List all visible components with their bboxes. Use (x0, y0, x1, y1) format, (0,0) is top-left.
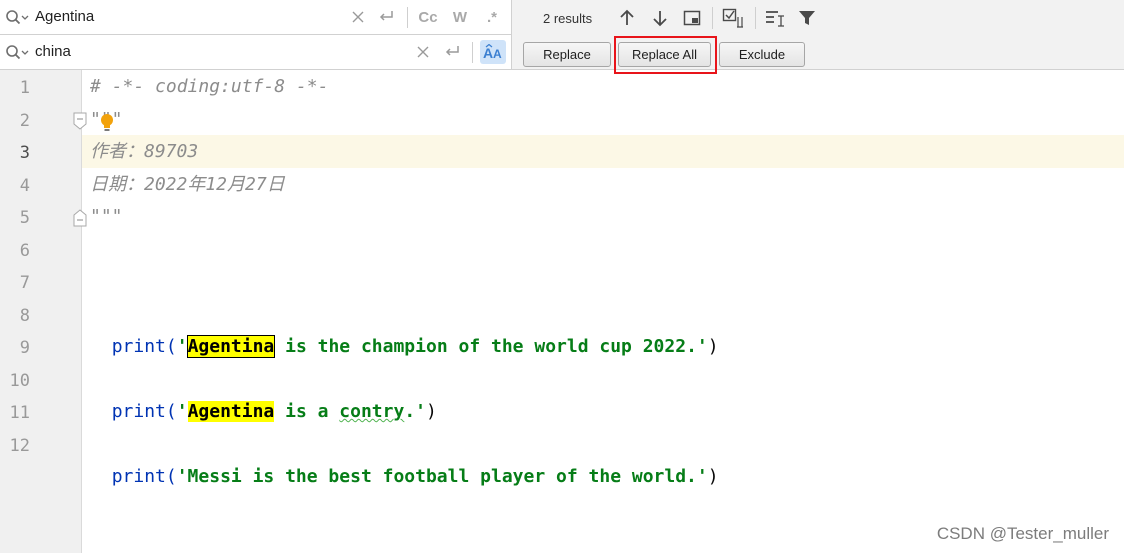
string-literal: is the champion of the world cup 2022.' (274, 336, 708, 357)
match-case-toggle[interactable]: Cc (415, 7, 441, 27)
line-number-current: 3 (19, 143, 30, 163)
code-line-12[interactable]: print('Messi is the best football player… (90, 429, 719, 487)
fold-marker-icon[interactable] (73, 209, 87, 227)
search-history-icon[interactable] (5, 9, 31, 25)
replace-input[interactable]: china (35, 43, 71, 60)
fold-marker-icon[interactable] (73, 112, 87, 130)
find-input[interactable]: Agentina (35, 8, 94, 25)
typo-word[interactable]: contry (339, 401, 404, 422)
replace-button[interactable]: Replace (523, 42, 611, 67)
in-selection-icon[interactable] (721, 6, 747, 30)
string-literal: .' (404, 401, 427, 422)
string-literal: is a (274, 401, 340, 422)
code-line-8[interactable]: print('Agentina is the champion of the w… (90, 299, 719, 358)
line-number: 11 (9, 403, 30, 423)
svg-text:A: A (493, 47, 502, 60)
regex-toggle[interactable]: .* (481, 7, 503, 27)
string-quote: ' (176, 401, 188, 422)
current-line-highlight (82, 135, 1124, 168)
line-number: 10 (9, 371, 30, 391)
separator (472, 42, 473, 63)
filter-icon[interactable] (795, 6, 819, 30)
multiline-icon[interactable] (763, 6, 787, 30)
separator (712, 7, 713, 29)
arrow-down-icon[interactable] (648, 6, 672, 30)
code-line-3[interactable]: 作者：89703 (90, 136, 198, 168)
line-number-gutter: 1 2 3 4 5 6 7 8 9 10 11 12 (0, 70, 87, 553)
find-field-row: Agentina Cc W .* (0, 0, 512, 35)
code-line-1[interactable]: # -*- coding:utf-8 -*- (90, 71, 328, 103)
search-match[interactable]: Agentina (187, 401, 275, 422)
close-paren: ) (707, 336, 719, 357)
print-call: print( (111, 401, 177, 422)
search-history-icon[interactable] (5, 44, 31, 60)
code-line-10[interactable]: print('Agentina is a contry.') (90, 364, 437, 422)
line-number: 4 (19, 176, 30, 196)
replace-all-callout-box (614, 36, 717, 74)
line-number: 1 (19, 78, 30, 98)
preserve-case-icon[interactable]: AA (480, 40, 506, 64)
close-paren: ) (426, 401, 437, 422)
select-all-occurrences-icon[interactable] (680, 6, 704, 30)
separator (407, 7, 408, 28)
search-match-current[interactable]: Agentina (186, 335, 276, 358)
line-number: 5 (19, 208, 30, 228)
string-literal: 'Messi is the best football player of th… (176, 466, 708, 487)
watermark: CSDN @Tester_muller (936, 524, 1109, 543)
results-count: 2 results (543, 11, 593, 26)
line-number: 7 (19, 273, 30, 293)
line-number: 2 (19, 111, 30, 131)
string-quote: ' (176, 336, 188, 357)
arrow-up-icon[interactable] (615, 6, 639, 30)
newline-icon[interactable] (375, 7, 397, 27)
exclude-button[interactable]: Exclude (719, 42, 805, 67)
line-number: 6 (19, 241, 30, 261)
line-number: 8 (19, 306, 30, 326)
print-call: print( (111, 336, 177, 357)
newline-icon[interactable] (441, 42, 463, 62)
close-paren: ) (707, 466, 719, 487)
whole-words-toggle[interactable]: W (449, 7, 471, 27)
clear-replace-icon[interactable] (414, 42, 432, 62)
line-number: 9 (19, 338, 30, 358)
lightbulb-icon[interactable] (100, 113, 114, 133)
code-line-5[interactable]: """ (90, 201, 123, 233)
clear-find-icon[interactable] (349, 7, 367, 27)
print-call: print( (111, 466, 177, 487)
separator (755, 7, 756, 29)
line-number: 12 (9, 436, 30, 456)
find-replace-bar: Agentina Cc W .* china AA 2 results Repl… (0, 0, 1124, 74)
code-line-4[interactable]: 日期：2022年12月27日 (90, 169, 285, 201)
replace-field-row: china AA (0, 35, 512, 69)
